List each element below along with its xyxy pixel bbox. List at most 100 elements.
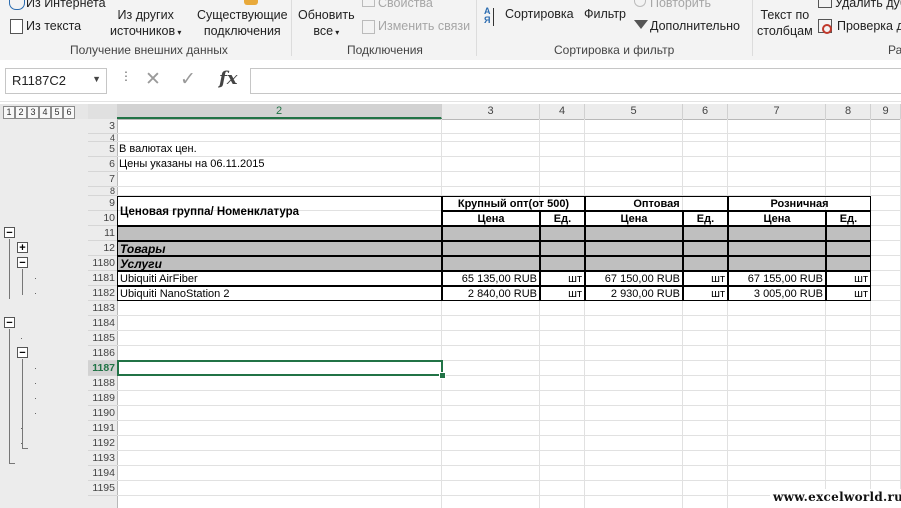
row-header[interactable]: 5	[88, 142, 117, 157]
outline-level-button[interactable]: 6	[63, 106, 75, 119]
header-unit: Ед.	[826, 211, 871, 226]
outline-line	[22, 269, 23, 295]
column-header[interactable]: 7	[728, 104, 826, 119]
column-header[interactable]: 4	[540, 104, 585, 119]
header-price: Цена	[585, 211, 683, 226]
grid-line	[117, 330, 901, 331]
refresh-all-button[interactable]: Обновить все ▾	[298, 7, 355, 41]
data-validation-button[interactable]: Проверка да	[837, 19, 901, 33]
column-header[interactable]: 8	[826, 104, 871, 119]
row-header[interactable]: 1189	[88, 391, 117, 406]
reapply-icon	[634, 0, 646, 7]
filter-button[interactable]: Фильтр	[584, 7, 626, 21]
outline-dot	[35, 278, 36, 279]
collapse-button[interactable]: −	[4, 227, 15, 239]
outline-level-button[interactable]: 4	[39, 106, 51, 119]
row-header[interactable]: 10	[88, 211, 117, 226]
outline-level-button[interactable]: 2	[15, 106, 27, 119]
reapply-button[interactable]: Повторить	[650, 0, 711, 10]
collapse-button[interactable]: −	[4, 317, 15, 329]
header-bulk: Крупный опт(от 500)	[442, 196, 585, 211]
from-text-button[interactable]: Из текста	[26, 19, 81, 33]
row-header[interactable]: 1180	[88, 256, 117, 271]
row-header[interactable]: 1184	[88, 316, 117, 331]
edit-links-button[interactable]: Изменить связи	[378, 19, 470, 33]
grid-line	[117, 450, 901, 451]
outline-level-button[interactable]: 3	[27, 106, 39, 119]
row-header[interactable]: 6	[88, 157, 117, 172]
advanced-button[interactable]: Дополнительно	[650, 19, 740, 33]
grid-line	[117, 390, 901, 391]
row-header[interactable]: 1195	[88, 481, 117, 496]
active-cell[interactable]	[117, 360, 443, 376]
header-price-group: Ценовая группа/ Номенклатура	[117, 196, 442, 226]
from-web-button[interactable]: Из Интернета	[26, 0, 106, 10]
column-header[interactable]: 6	[683, 104, 728, 119]
sort-button[interactable]: Сортировка	[505, 7, 574, 21]
row-header[interactable]: 1187	[88, 361, 117, 376]
item-unit-retail: шт	[826, 286, 871, 301]
outline-line	[9, 239, 10, 299]
properties-button[interactable]: Свойства	[378, 0, 433, 10]
row-header[interactable]: 1191	[88, 421, 117, 436]
row-header[interactable]: 1183	[88, 301, 117, 316]
row-header[interactable]: 1181	[88, 271, 117, 286]
collapse-button[interactable]: −	[17, 347, 28, 359]
fill-handle[interactable]	[439, 372, 446, 379]
connections-icon	[244, 0, 258, 5]
formula-bar: R1187C2 ▼ ⋮ ✕ ✓ fx	[0, 60, 901, 102]
worksheet-grid[interactable]: В валютах цен. Цены указаны на 06.11.2015…	[117, 119, 901, 508]
row-header[interactable]: 1188	[88, 376, 117, 391]
row-header[interactable]: 3	[88, 119, 117, 134]
item-name: Ubiquiti NanoStation 2	[117, 286, 442, 301]
outline-line	[22, 359, 23, 449]
row-header[interactable]: 9	[88, 196, 117, 211]
header-wholesale: Оптовая	[585, 196, 728, 211]
existing-connections-button[interactable]: Существующие подключения	[197, 7, 288, 39]
select-all-corner[interactable]	[88, 104, 117, 119]
column-header[interactable]: 2	[117, 104, 442, 119]
row-header[interactable]: 1186	[88, 346, 117, 361]
ribbon: Из Интернета Из текста Из других источни…	[0, 0, 901, 61]
row-header[interactable]: 1190	[88, 406, 117, 421]
row-header[interactable]: 1185	[88, 331, 117, 346]
more-options-icon[interactable]: ⋮	[120, 70, 132, 82]
group-row-cell	[683, 256, 728, 271]
row-header[interactable]: 4	[88, 134, 117, 143]
column-header[interactable]: 5	[585, 104, 683, 119]
formula-input[interactable]	[250, 68, 901, 94]
grid-line	[870, 119, 871, 508]
remove-duplicates-button[interactable]: Удалить дуб	[835, 0, 901, 10]
note-date: Цены указаны на 06.11.2015	[119, 158, 265, 170]
group-row-cell	[442, 226, 540, 241]
outline-line	[9, 463, 15, 464]
text-to-columns-button[interactable]: Текст по столбцам	[757, 7, 813, 39]
grid-line	[117, 435, 901, 436]
outline-dot	[35, 293, 36, 294]
row-header[interactable]: 12	[88, 241, 117, 256]
expand-button[interactable]: +	[17, 242, 28, 254]
collapse-button[interactable]: −	[17, 257, 28, 269]
outline-level-button[interactable]: 5	[51, 106, 63, 119]
item-price-retail: 3 005,00 RUB	[728, 286, 826, 301]
row-header[interactable]: 8	[88, 187, 117, 196]
row-header[interactable]: 1182	[88, 286, 117, 301]
enter-icon[interactable]: ✓	[180, 68, 196, 91]
row-header[interactable]: 1194	[88, 466, 117, 481]
header-retail: Розничная	[728, 196, 871, 211]
name-box[interactable]: R1187C2 ▼	[5, 68, 107, 94]
row-header[interactable]: 1193	[88, 451, 117, 466]
group-row-cell	[540, 241, 585, 256]
from-other-sources-button[interactable]: Из других источников ▾	[110, 7, 181, 41]
row-header[interactable]: 7	[88, 172, 117, 187]
row-header[interactable]: 1192	[88, 436, 117, 451]
outline-level-button[interactable]: 1	[3, 106, 15, 119]
column-header[interactable]: 9	[871, 104, 901, 119]
cancel-icon[interactable]: ✕	[145, 68, 161, 91]
item-price-retail: 67 155,00 RUB	[728, 271, 826, 286]
row-header[interactable]: 11	[88, 226, 117, 241]
row-headers: 3 4 5 6 7 8 9 10 11 12 1180 1181 1182 1183 1184 1185 118…	[88, 119, 118, 508]
column-header[interactable]: 3	[442, 104, 540, 119]
text-to-cols-line2: столбцам	[757, 24, 813, 38]
insert-function-icon[interactable]: fx	[219, 68, 237, 89]
